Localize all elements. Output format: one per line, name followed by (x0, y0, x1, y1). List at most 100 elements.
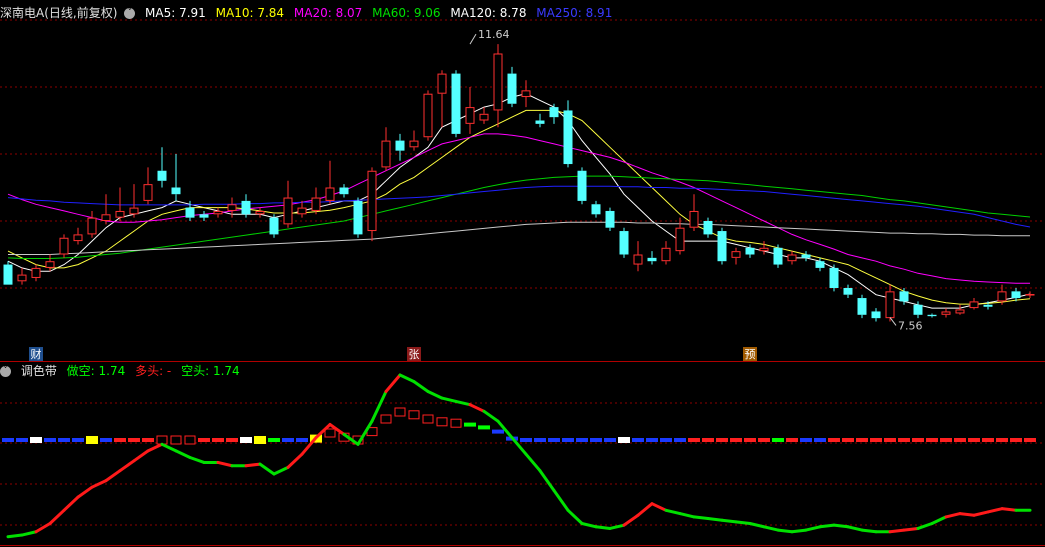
band-mark (226, 438, 238, 442)
line-segment (706, 517, 724, 522)
line-segment (636, 502, 654, 517)
candle-body (325, 187, 335, 201)
band-mark (730, 438, 742, 442)
candle-body (871, 311, 881, 319)
line-segment (650, 502, 668, 512)
band-body (884, 438, 896, 442)
candle (395, 133, 405, 161)
candle (143, 167, 153, 205)
event-markers: 财张预 (29, 347, 757, 361)
candle (493, 44, 503, 128)
candle (255, 207, 265, 218)
candle (871, 308, 881, 322)
band-mark (282, 438, 294, 442)
candle-body (381, 140, 391, 168)
candle (773, 244, 783, 268)
band-mark (58, 438, 70, 442)
candle-body (31, 267, 41, 278)
candle (759, 241, 769, 255)
candle (605, 207, 615, 232)
candle-body (521, 90, 531, 98)
band-mark (268, 438, 280, 442)
band-mark (436, 417, 448, 427)
band-body (142, 438, 154, 442)
candle-body (717, 231, 727, 262)
candle-body (605, 210, 615, 228)
bear-label: 空头: 1.74 (181, 364, 240, 378)
line-segment (804, 525, 822, 532)
line-segment (216, 460, 234, 468)
candle-body (633, 254, 643, 265)
band-body (660, 438, 672, 442)
band-body (814, 438, 826, 442)
candle (857, 294, 867, 319)
indicator-title[interactable]: 调色带 (21, 364, 57, 378)
candle-body (73, 234, 83, 242)
candle-body (395, 140, 405, 151)
candle (339, 184, 349, 198)
line-segment (188, 456, 206, 464)
band-body (436, 417, 448, 427)
candle (731, 247, 741, 265)
candle (199, 210, 209, 221)
candle (3, 261, 13, 285)
band-body (212, 438, 224, 442)
band-mark (576, 438, 588, 442)
band-mark (548, 438, 560, 442)
candle (45, 254, 55, 272)
color-band-series (2, 407, 1036, 445)
ma60-label: MA60: 9.06 (372, 6, 441, 20)
candle-body (283, 197, 293, 225)
band-mark (212, 438, 224, 442)
candle-body (661, 247, 671, 262)
band-body (1024, 438, 1036, 442)
ma-line-ma120 (8, 221, 1030, 255)
candle-body (115, 210, 125, 218)
candle (73, 227, 83, 245)
candle-body (983, 304, 993, 307)
candle-body (493, 53, 503, 111)
line-segment (678, 512, 696, 519)
annotation-pointer (469, 33, 477, 45)
candle-body (437, 73, 447, 94)
stock-title[interactable]: 深南电A(日线,前复权) (0, 6, 117, 20)
band-mark (534, 438, 546, 442)
line-segment (958, 512, 976, 517)
band-body (870, 438, 882, 442)
candle-body (619, 231, 629, 255)
candle (423, 90, 433, 141)
band-body (184, 435, 196, 445)
event-marker: 财 (29, 347, 43, 361)
candle-body (507, 73, 517, 104)
line-segment (580, 522, 598, 529)
candle-body (311, 197, 321, 211)
band-mark (954, 438, 966, 442)
band-mark (688, 438, 700, 442)
band-mark (30, 437, 42, 443)
ma5-label: MA5: 7.91 (145, 6, 206, 20)
candle-body (759, 247, 769, 252)
band-mark (86, 436, 98, 444)
line-segment (1000, 507, 1018, 512)
band-body (128, 438, 140, 442)
line-segment (426, 390, 444, 400)
candle-body (549, 107, 559, 118)
candle (577, 167, 587, 205)
band-mark (1024, 438, 1036, 442)
line-segment (986, 507, 1004, 514)
line-segment (888, 528, 906, 534)
candle-body (3, 264, 13, 285)
chevron-down-icon[interactable]: ˅ (0, 366, 11, 377)
chevron-down-icon[interactable]: ˅ (124, 8, 136, 19)
band-body (576, 438, 588, 442)
band-mark (982, 438, 994, 442)
band-body (226, 438, 238, 442)
band-body (646, 438, 658, 442)
line-segment (412, 380, 430, 393)
candle-body (269, 217, 279, 235)
short-label: 做空: 1.74 (66, 364, 126, 378)
candle-body (535, 120, 545, 124)
band-body (968, 438, 980, 442)
candle-body (577, 170, 587, 201)
event-marker-label: 张 (409, 348, 420, 361)
